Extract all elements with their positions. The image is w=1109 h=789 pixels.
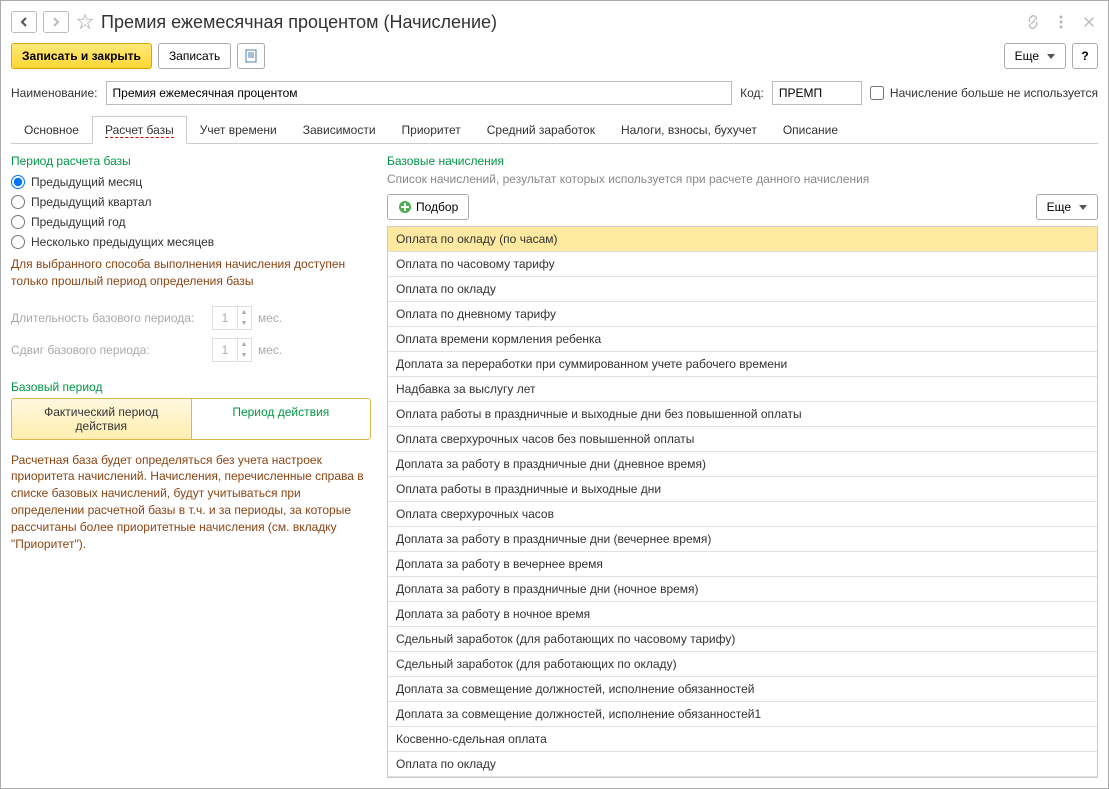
list-item[interactable]: Оплата по окладу <box>388 277 1097 302</box>
close-icon[interactable] <box>1080 13 1098 31</box>
list-item[interactable]: Оплата по дневному тарифу <box>388 302 1097 327</box>
radio-several-months-label: Несколько предыдущих месяцев <box>31 235 214 249</box>
accrual-list[interactable]: Оплата по окладу (по часам)Оплата по час… <box>387 226 1098 778</box>
tab-taxes[interactable]: Налоги, взносы, бухучет <box>608 116 770 144</box>
pick-button[interactable]: Подбор <box>387 194 469 220</box>
list-item[interactable]: Оплата времени кормления ребенка <box>388 327 1097 352</box>
nav-back-button[interactable] <box>11 11 37 33</box>
radio-prev-quarter[interactable] <box>11 195 25 209</box>
base-accruals-title: Базовые начисления <box>387 154 1098 172</box>
base-accruals-subtitle: Список начислений, результат которых исп… <box>387 172 1098 194</box>
shift-label: Сдвиг базового периода: <box>11 343 206 357</box>
tab-desc[interactable]: Описание <box>770 116 851 144</box>
list-item[interactable]: Доплата за переработки при суммированном… <box>388 352 1097 377</box>
list-item[interactable]: Оплата сверхурочных часов <box>388 502 1097 527</box>
list-item[interactable]: Оплата по окладу (по часам) <box>388 227 1097 252</box>
list-item[interactable]: Оплата по окладу <box>388 752 1097 777</box>
shift-unit: мес. <box>258 343 282 357</box>
unused-checkbox[interactable] <box>870 86 884 100</box>
list-item[interactable]: Доплата за совмещение должностей, исполн… <box>388 677 1097 702</box>
window-title: Премия ежемесячная процентом (Начисление… <box>101 12 1018 33</box>
list-item[interactable]: Доплата за работу в праздничные дни (веч… <box>388 527 1097 552</box>
list-item[interactable]: Оплата работы в праздничные и выходные д… <box>388 477 1097 502</box>
list-item[interactable]: Надбавка за выслугу лет <box>388 377 1097 402</box>
tab-deps[interactable]: Зависимости <box>290 116 389 144</box>
more-label: Еще <box>1015 49 1039 63</box>
pick-label: Подбор <box>416 200 458 214</box>
save-close-button[interactable]: Записать и закрыть <box>11 43 152 69</box>
radio-prev-quarter-label: Предыдущий квартал <box>31 195 152 209</box>
tab-avg-earn[interactable]: Средний заработок <box>474 116 608 144</box>
plus-icon <box>398 200 412 214</box>
list-item[interactable]: Доплата за работу в праздничные дни (ноч… <box>388 577 1097 602</box>
tab-priority[interactable]: Приоритет <box>389 116 474 144</box>
list-item[interactable]: Оплата по часовому тарифу <box>388 252 1097 277</box>
tab-main[interactable]: Основное <box>11 116 92 144</box>
duration-unit: мес. <box>258 311 282 325</box>
list-item[interactable]: Сдельный заработок (для работающих по ок… <box>388 652 1097 677</box>
list-item[interactable]: Оплата работы в праздничные и выходные д… <box>388 402 1097 427</box>
document-icon <box>244 49 258 63</box>
list-item[interactable]: Доплата за работу в праздничные дни (дне… <box>388 452 1097 477</box>
tab-base-calc[interactable]: Расчет базы <box>92 116 187 144</box>
period-hint: Для выбранного способа выполнения начисл… <box>11 252 371 302</box>
arrow-right-icon <box>50 16 62 28</box>
list-item[interactable]: Доплата за рабоу в праздничные и выходны… <box>388 777 1097 778</box>
period-title: Период расчета базы <box>11 154 371 172</box>
document-icon-button[interactable] <box>237 43 265 69</box>
radio-prev-year[interactable] <box>11 215 25 229</box>
more-button[interactable]: Еще <box>1004 43 1066 69</box>
duration-spinner: ▲▼ <box>212 306 252 330</box>
name-input[interactable] <box>106 81 733 105</box>
duration-value <box>213 311 237 325</box>
list-item[interactable]: Сдельный заработок (для работающих по ча… <box>388 627 1097 652</box>
list-item[interactable]: Доплата за работу в ночное время <box>388 602 1097 627</box>
tab-time[interactable]: Учет времени <box>187 116 290 144</box>
toggle-actual-period[interactable]: Фактический период действия <box>12 399 192 439</box>
radio-prev-year-label: Предыдущий год <box>31 215 125 229</box>
toggle-action-period[interactable]: Период действия <box>192 399 371 439</box>
base-period-hint: Расчетная база будет определяться без уч… <box>11 448 371 565</box>
arrow-left-icon <box>18 16 30 28</box>
save-button[interactable]: Записать <box>158 43 231 69</box>
list-item[interactable]: Оплата сверхурочных часов без повышенной… <box>388 427 1097 452</box>
tabs: Основное Расчет базы Учет времени Зависи… <box>11 115 1098 144</box>
list-more-label: Еще <box>1047 200 1071 214</box>
kebab-menu-icon[interactable] <box>1052 13 1070 31</box>
favorite-star-icon[interactable] <box>75 12 95 32</box>
help-button[interactable]: ? <box>1072 43 1098 69</box>
shift-value <box>213 343 237 357</box>
shift-spinner: ▲▼ <box>212 338 252 362</box>
list-item[interactable]: Доплата за совмещение должностей, исполн… <box>388 702 1097 727</box>
list-item[interactable]: Доплата за работу в вечернее время <box>388 552 1097 577</box>
list-item[interactable]: Косвенно-сдельная оплата <box>388 727 1097 752</box>
link-icon[interactable] <box>1024 13 1042 31</box>
list-more-button[interactable]: Еще <box>1036 194 1098 220</box>
unused-label: Начисление больше не используется <box>890 86 1098 100</box>
radio-prev-month[interactable] <box>11 175 25 189</box>
base-period-title: Базовый период <box>11 366 371 398</box>
name-label: Наименование: <box>11 86 98 100</box>
radio-several-months[interactable] <box>11 235 25 249</box>
radio-prev-month-label: Предыдущий месяц <box>31 175 142 189</box>
code-label: Код: <box>740 86 764 100</box>
code-input[interactable] <box>772 81 862 105</box>
duration-label: Длительность базового периода: <box>11 311 206 325</box>
nav-forward-button[interactable] <box>43 11 69 33</box>
